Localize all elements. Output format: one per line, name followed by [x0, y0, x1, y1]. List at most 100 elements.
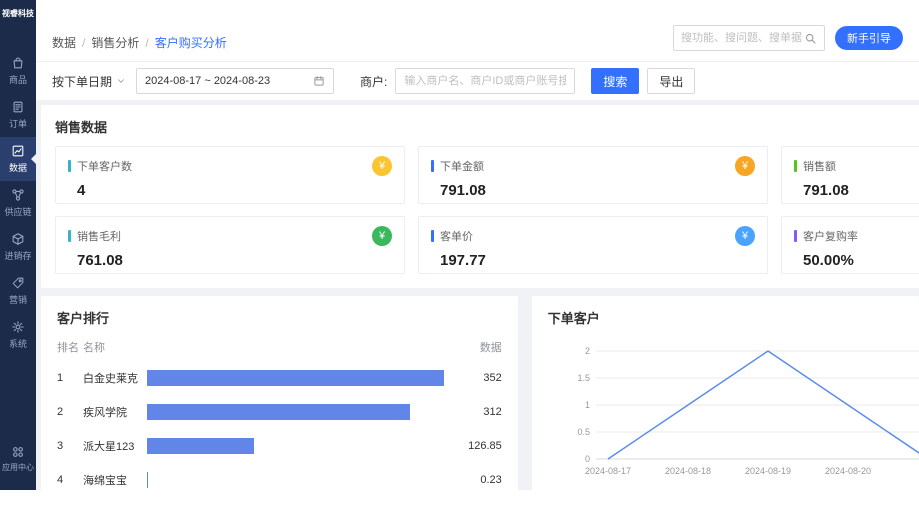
order-doc-icon: [11, 100, 25, 114]
sales-stats-grid: 下单客户数 ¥ 4 下单金额 ¥ 791.08 销售额 ¥: [55, 146, 919, 274]
svg-text:1.5: 1.5: [577, 373, 590, 383]
date-range-picker[interactable]: 2024-08-17 ~ 2024-08-23: [136, 68, 334, 94]
stat-label: 下单金额: [440, 158, 484, 174]
breadcrumb-item[interactable]: 销售分析: [91, 34, 139, 51]
stat-avg-order-value: 客单价 ¥ 197.77: [418, 216, 768, 274]
filter-bar: 按下单日期 2024-08-17 ~ 2024-08-23 商户: 搜索 导出: [36, 62, 919, 100]
merchant-search-input[interactable]: [404, 75, 566, 87]
order-customers-card: 下单客户 00.511.522024-08-172024-08-182024-0…: [532, 296, 919, 490]
sidebar: 视睿科技 商品 订单 数据 供应链 进销存: [0, 0, 36, 490]
ranking-table: 排名 名称 数据 1 白金史莱克 352 2: [57, 339, 502, 490]
system-gear-icon: [11, 320, 25, 334]
customer-name: 派大星123: [83, 438, 147, 454]
stat-value: 4: [77, 182, 392, 199]
sidebar-item-label: 营销: [9, 293, 27, 306]
stat-accent-tick: [794, 160, 797, 172]
stat-accent-tick: [68, 230, 71, 242]
yuan-coin-icon: ¥: [372, 226, 392, 246]
sidebar-item-supply-chain[interactable]: 供应链: [0, 181, 36, 225]
search-button[interactable]: 搜索: [591, 68, 639, 94]
content-area: 销售数据 下单客户数 ¥ 4 下单金额 ¥ 791.08: [36, 100, 919, 490]
stat-value: 761.08: [77, 252, 392, 269]
main-area: 数据 / 销售分析 / 客户购买分析 新手引导 按下单日期 2024-08: [36, 0, 919, 490]
stat-sales-amount: 销售额 ¥ 791.08: [781, 146, 919, 204]
beginner-guide-button[interactable]: 新手引导: [835, 26, 903, 50]
rank-value: 0.23: [452, 474, 502, 486]
order-customers-title: 下单客户: [548, 308, 919, 327]
sidebar-item-label: 数据: [9, 161, 27, 174]
yuan-coin-icon: ¥: [735, 156, 755, 176]
rank-bar: [147, 370, 444, 386]
stat-label: 销售额: [803, 158, 836, 174]
sidebar-item-label: 应用中心: [2, 462, 34, 473]
inventory-cube-icon: [11, 232, 25, 246]
rank-bar: [147, 438, 254, 454]
app-window: 视睿科技 商品 订单 数据 供应链 进销存: [0, 0, 919, 490]
sidebar-item-inventory[interactable]: 进销存: [0, 225, 36, 269]
stat-accent-tick: [431, 160, 434, 172]
sidebar-item-orders[interactable]: 订单: [0, 93, 36, 137]
breadcrumb-separator: /: [82, 36, 85, 50]
stat-value: 50.00%: [803, 252, 919, 269]
ranking-row: 1 白金史莱克 352: [57, 361, 502, 395]
brand-logo: 视睿科技: [1, 0, 35, 19]
stat-label: 客单价: [440, 228, 473, 244]
sidebar-item-system[interactable]: 系统: [0, 313, 36, 357]
svg-text:1: 1: [585, 400, 590, 410]
yuan-coin-icon: ¥: [372, 156, 392, 176]
svg-text:2024-08-19: 2024-08-19: [745, 466, 791, 476]
sidebar-item-goods[interactable]: 商品: [0, 49, 36, 93]
customer-ranking-title: 客户排行: [57, 308, 502, 327]
sidebar-item-label: 商品: [9, 73, 27, 86]
stat-order-amount: 下单金额 ¥ 791.08: [418, 146, 768, 204]
svg-text:2024-08-17: 2024-08-17: [585, 466, 631, 476]
app-center-icon: [11, 445, 25, 459]
search-icon[interactable]: [804, 32, 817, 45]
topbar: 数据 / 销售分析 / 客户购买分析 新手引导: [36, 0, 919, 62]
sales-data-card: 销售数据 下单客户数 ¥ 4 下单金额 ¥ 791.08: [41, 105, 919, 288]
customer-name: 疾风学院: [83, 404, 147, 420]
breadcrumb-item[interactable]: 数据: [52, 34, 76, 51]
svg-text:2024-08-20: 2024-08-20: [825, 466, 871, 476]
data-chart-icon: [11, 144, 25, 158]
calendar-icon: [313, 75, 325, 87]
global-search-box[interactable]: [673, 25, 825, 51]
rank-number: 4: [57, 474, 83, 486]
stat-value: 197.77: [440, 252, 755, 269]
column-header-value: 数据: [452, 339, 502, 355]
sidebar-item-data[interactable]: 数据: [0, 137, 36, 181]
ranking-row: 2 疾风学院 312: [57, 395, 502, 429]
customer-name: 海绵宝宝: [83, 472, 147, 488]
stat-label: 下单客户数: [77, 158, 132, 174]
breadcrumb-current: 客户购买分析: [155, 34, 227, 51]
export-button[interactable]: 导出: [647, 68, 695, 94]
column-header-rank: 排名: [57, 339, 83, 355]
rank-number: 1: [57, 372, 83, 384]
rank-bar: [147, 404, 410, 420]
stat-repurchase-rate: 客户复购率 % 50.00%: [781, 216, 919, 274]
date-type-select[interactable]: 按下单日期: [52, 73, 126, 90]
marketing-tag-icon: [11, 276, 25, 290]
customer-ranking-card: 客户排行 排名 名称 数据 1 白金史莱克 352: [41, 296, 518, 490]
merchant-search-box[interactable]: [395, 68, 575, 94]
svg-text:2: 2: [585, 346, 590, 356]
date-range-value: 2024-08-17 ~ 2024-08-23: [145, 75, 270, 87]
sidebar-item-label: 供应链: [4, 205, 31, 218]
svg-text:0.5: 0.5: [577, 427, 590, 437]
stat-order-customers: 下单客户数 ¥ 4: [55, 146, 405, 204]
topbar-right: 新手引导: [673, 25, 903, 51]
sales-data-title: 销售数据: [55, 117, 919, 136]
sidebar-item-marketing[interactable]: 营销: [0, 269, 36, 313]
stat-label: 销售毛利: [77, 228, 121, 244]
svg-text:2024-08-18: 2024-08-18: [665, 466, 711, 476]
sidebar-item-label: 订单: [9, 117, 27, 130]
rank-value: 312: [452, 406, 502, 418]
global-search-input[interactable]: [681, 32, 804, 44]
stat-label: 客户复购率: [803, 228, 858, 244]
breadcrumb: 数据 / 销售分析 / 客户购买分析: [52, 34, 227, 51]
ranking-header: 排名 名称 数据: [57, 339, 502, 361]
column-header-name: 名称: [83, 339, 147, 355]
rank-value: 352: [452, 372, 502, 384]
sidebar-item-app-center[interactable]: 应用中心: [0, 438, 36, 480]
chevron-down-icon: [116, 76, 126, 86]
